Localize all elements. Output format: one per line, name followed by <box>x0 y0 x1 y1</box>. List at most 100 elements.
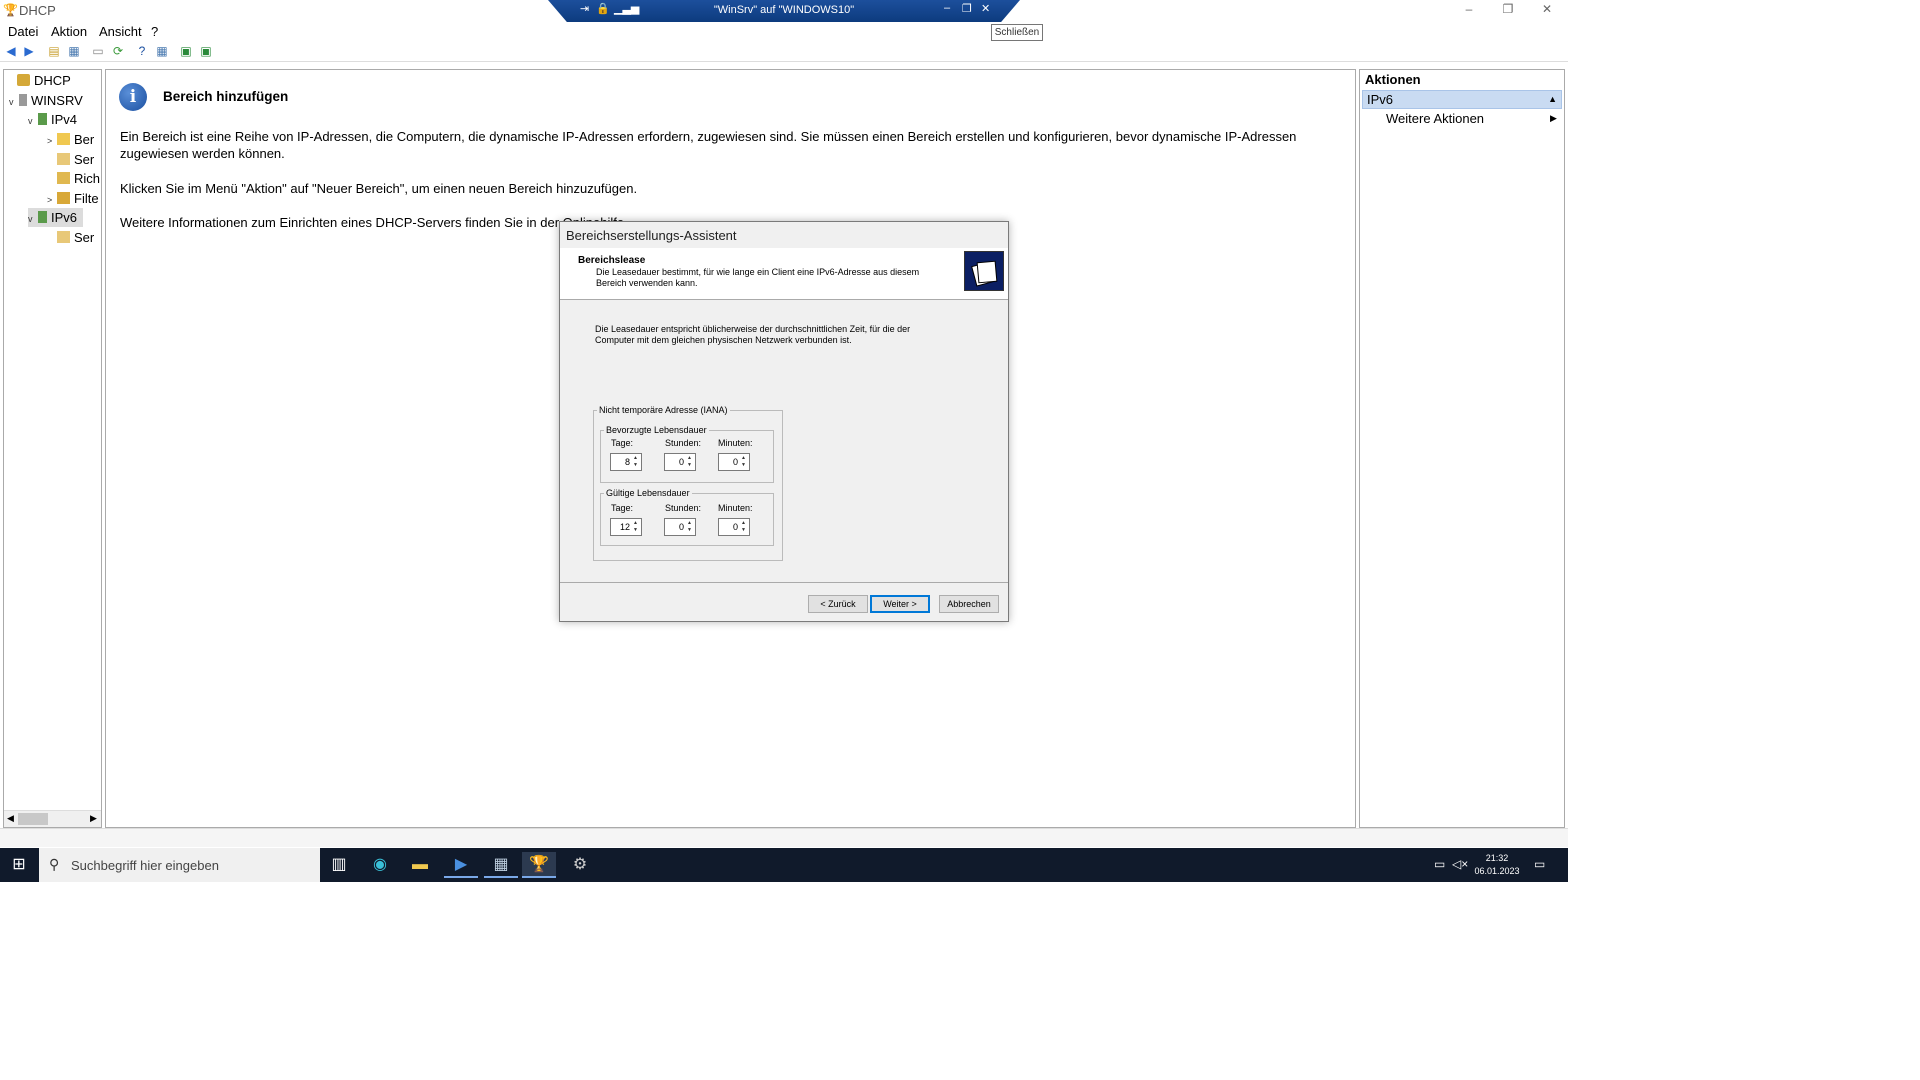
preferred-hours-label: Stunden: <box>665 438 702 448</box>
valid-lifetime-group: Gültige Lebensdauer <box>600 488 774 546</box>
start-button[interactable]: ⊞ <box>0 848 38 882</box>
valid-hours-spinner[interactable]: 0 ▲ ▼ <box>664 518 696 536</box>
cancel-button[interactable]: Abbrechen <box>939 595 999 613</box>
menu-ansicht[interactable]: Ansicht <box>99 24 142 39</box>
monitor-icon[interactable]: ▣ <box>178 44 194 59</box>
collapse-icon[interactable]: ▲ <box>1548 91 1557 108</box>
dialog-header: Bereichslease Die Leasedauer bestimmt, f… <box>560 248 1008 300</box>
scroll-thumb[interactable] <box>18 813 48 825</box>
submenu-arrow-icon: ▶ <box>1550 113 1557 123</box>
spinner-arrows-icon[interactable]: ▲ ▼ <box>631 455 640 469</box>
tree-label: IPv4 <box>51 112 78 127</box>
spinner-arrows-icon[interactable]: ▲ ▼ <box>685 520 694 534</box>
close-button[interactable]: ✕ <box>1535 2 1559 18</box>
tree-expander[interactable]: v <box>9 93 19 112</box>
show-actions-icon[interactable]: ▦ <box>154 44 170 59</box>
valid-days-label: Tage: <box>611 503 634 513</box>
search-icon: ⚲ <box>49 856 60 872</box>
spinner-value: 0 <box>732 522 738 532</box>
dialog-body-text: Die Leasedauer entspricht üblicherweise … <box>595 324 911 345</box>
taskbar-clock[interactable]: 21:32 06.01.2023 <box>1467 852 1527 878</box>
up-folder-icon[interactable]: ▤ <box>46 44 62 59</box>
valid-minutes-spinner[interactable]: 0 ▲ ▼ <box>718 518 750 536</box>
spinner-arrows-icon[interactable]: ▲ ▼ <box>631 520 640 534</box>
network-tray-icon[interactable]: ▭ <box>1434 857 1445 871</box>
valid-lifetime-legend: Gültige Lebensdauer <box>606 488 690 498</box>
volume-muted-icon[interactable]: ◁× <box>1452 857 1468 871</box>
dhcp-taskbar-icon[interactable]: 🏆 <box>522 852 556 878</box>
edge-icon[interactable]: ◉ <box>363 852 397 878</box>
spinner-value: 0 <box>678 522 684 532</box>
valid-days-spinner[interactable]: 12 ▲ ▼ <box>610 518 642 536</box>
back-button[interactable]: < Zurück <box>808 595 868 613</box>
valid-hours-label: Stunden: <box>665 503 702 513</box>
actions-group-ipv6[interactable]: IPv6 ▲ <box>1362 90 1562 109</box>
powershell-icon[interactable]: ▶ <box>444 852 478 878</box>
options-icon <box>57 153 70 165</box>
tree-node-serveroptionen-v4[interactable]: Ser <box>47 150 94 169</box>
back-icon[interactable]: ◀ <box>3 44 19 59</box>
tree-expander[interactable]: > <box>47 132 57 151</box>
file-explorer-icon[interactable]: ▬ <box>403 852 437 878</box>
task-view-icon[interactable]: ▥ <box>322 852 356 878</box>
tree-expander[interactable]: v <box>28 210 38 229</box>
next-button[interactable]: Weiter > <box>870 595 930 613</box>
tree-node-richtlinien[interactable]: Rich <box>47 169 100 188</box>
tree-expander[interactable]: v <box>28 112 38 131</box>
forward-icon[interactable]: ▶ <box>21 44 37 59</box>
show-hide-tree-icon[interactable]: ▦ <box>66 44 82 59</box>
menu-help[interactable]: ? <box>151 24 158 39</box>
preferred-days-spinner[interactable]: 8 ▲ ▼ <box>610 453 642 471</box>
folder-icon <box>57 133 70 145</box>
spinner-arrows-icon[interactable]: ▲ ▼ <box>739 455 748 469</box>
tree-node-serveroptionen-v6[interactable]: Ser <box>47 228 94 247</box>
more-actions-item[interactable]: Weitere Aktionen <box>1386 111 1484 126</box>
tree-node-winsrv[interactable]: v WINSRV <box>9 91 83 110</box>
menu-datei[interactable]: Datei <box>8 24 38 39</box>
info-paragraph-2: Klicken Sie im Menü "Aktion" auf "Neuer … <box>120 181 638 196</box>
tree-node-ipv4[interactable]: v IPv4 <box>28 110 77 129</box>
tree-node-bereich[interactable]: > Ber <box>47 130 94 149</box>
spinner-arrows-icon[interactable]: ▲ ▼ <box>739 520 748 534</box>
notification-icon[interactable]: ▭ <box>1534 857 1545 871</box>
refresh-icon[interactable]: ⟳ <box>110 44 126 59</box>
preferred-hours-spinner[interactable]: 0 ▲ ▼ <box>664 453 696 471</box>
windows-icon: ⊞ <box>12 856 26 873</box>
help-icon[interactable]: ? <box>134 44 150 59</box>
tree-label: WINSRV <box>31 93 83 108</box>
rdp-restore-icon[interactable]: ❐ <box>962 2 972 15</box>
rdp-minimize-icon[interactable]: – <box>944 2 950 14</box>
spinner-value: 12 <box>619 522 630 532</box>
taskbar-search[interactable]: ⚲ Suchbegriff hier eingeben <box>39 848 320 882</box>
spinner-value: 0 <box>678 457 684 467</box>
minimize-button[interactable]: – <box>1457 2 1481 18</box>
server-manager-icon[interactable]: ▦ <box>484 852 518 878</box>
preferred-days-label: Tage: <box>611 438 634 448</box>
preferred-lifetime-legend: Bevorzugte Lebensdauer <box>606 425 707 435</box>
preferred-minutes-spinner[interactable]: 0 ▲ ▼ <box>718 453 750 471</box>
policy-icon <box>57 172 70 184</box>
search-placeholder: Suchbegriff hier eingeben <box>71 858 219 873</box>
tree-label: Ser <box>74 230 95 245</box>
properties-icon[interactable]: ▭ <box>90 44 106 59</box>
tree-node-dhcp[interactable]: DHCP <box>7 71 71 90</box>
menu-aktion[interactable]: Aktion <box>51 24 87 39</box>
tree-node-ipv6[interactable]: v IPv6 <box>28 208 84 229</box>
rdp-connection-bar: ⇥ 🔒 ▁▃▅ "WinSrv" auf "WINDOWS10" – ❐ ✕ <box>548 0 1020 22</box>
network-icon[interactable]: ▣ <box>198 44 214 59</box>
spinner-arrows-icon[interactable]: ▲ ▼ <box>685 455 694 469</box>
rdp-close-icon[interactable]: ✕ <box>981 2 990 15</box>
scroll-right-icon[interactable]: ▶ <box>90 813 97 824</box>
restore-button[interactable]: ❐ <box>1496 2 1520 18</box>
dialog-title: Bereichserstellungs-Assistent <box>566 228 737 243</box>
tree-node-filter[interactable]: > Filte <box>47 189 99 208</box>
scope-wizard-dialog: Bereichserstellungs-Assistent Bereichsle… <box>559 221 1009 622</box>
spinner-value: 0 <box>732 457 738 467</box>
scroll-left-icon[interactable]: ◀ <box>7 813 14 824</box>
settings-icon[interactable]: ⚙ <box>563 852 597 878</box>
tree-label: Filte <box>74 191 99 206</box>
tree-horizontal-scrollbar[interactable]: ◀ ▶ <box>4 810 101 827</box>
spinner-value: 8 <box>624 457 630 467</box>
status-bar <box>0 828 1568 847</box>
ipv6-icon <box>38 211 47 223</box>
